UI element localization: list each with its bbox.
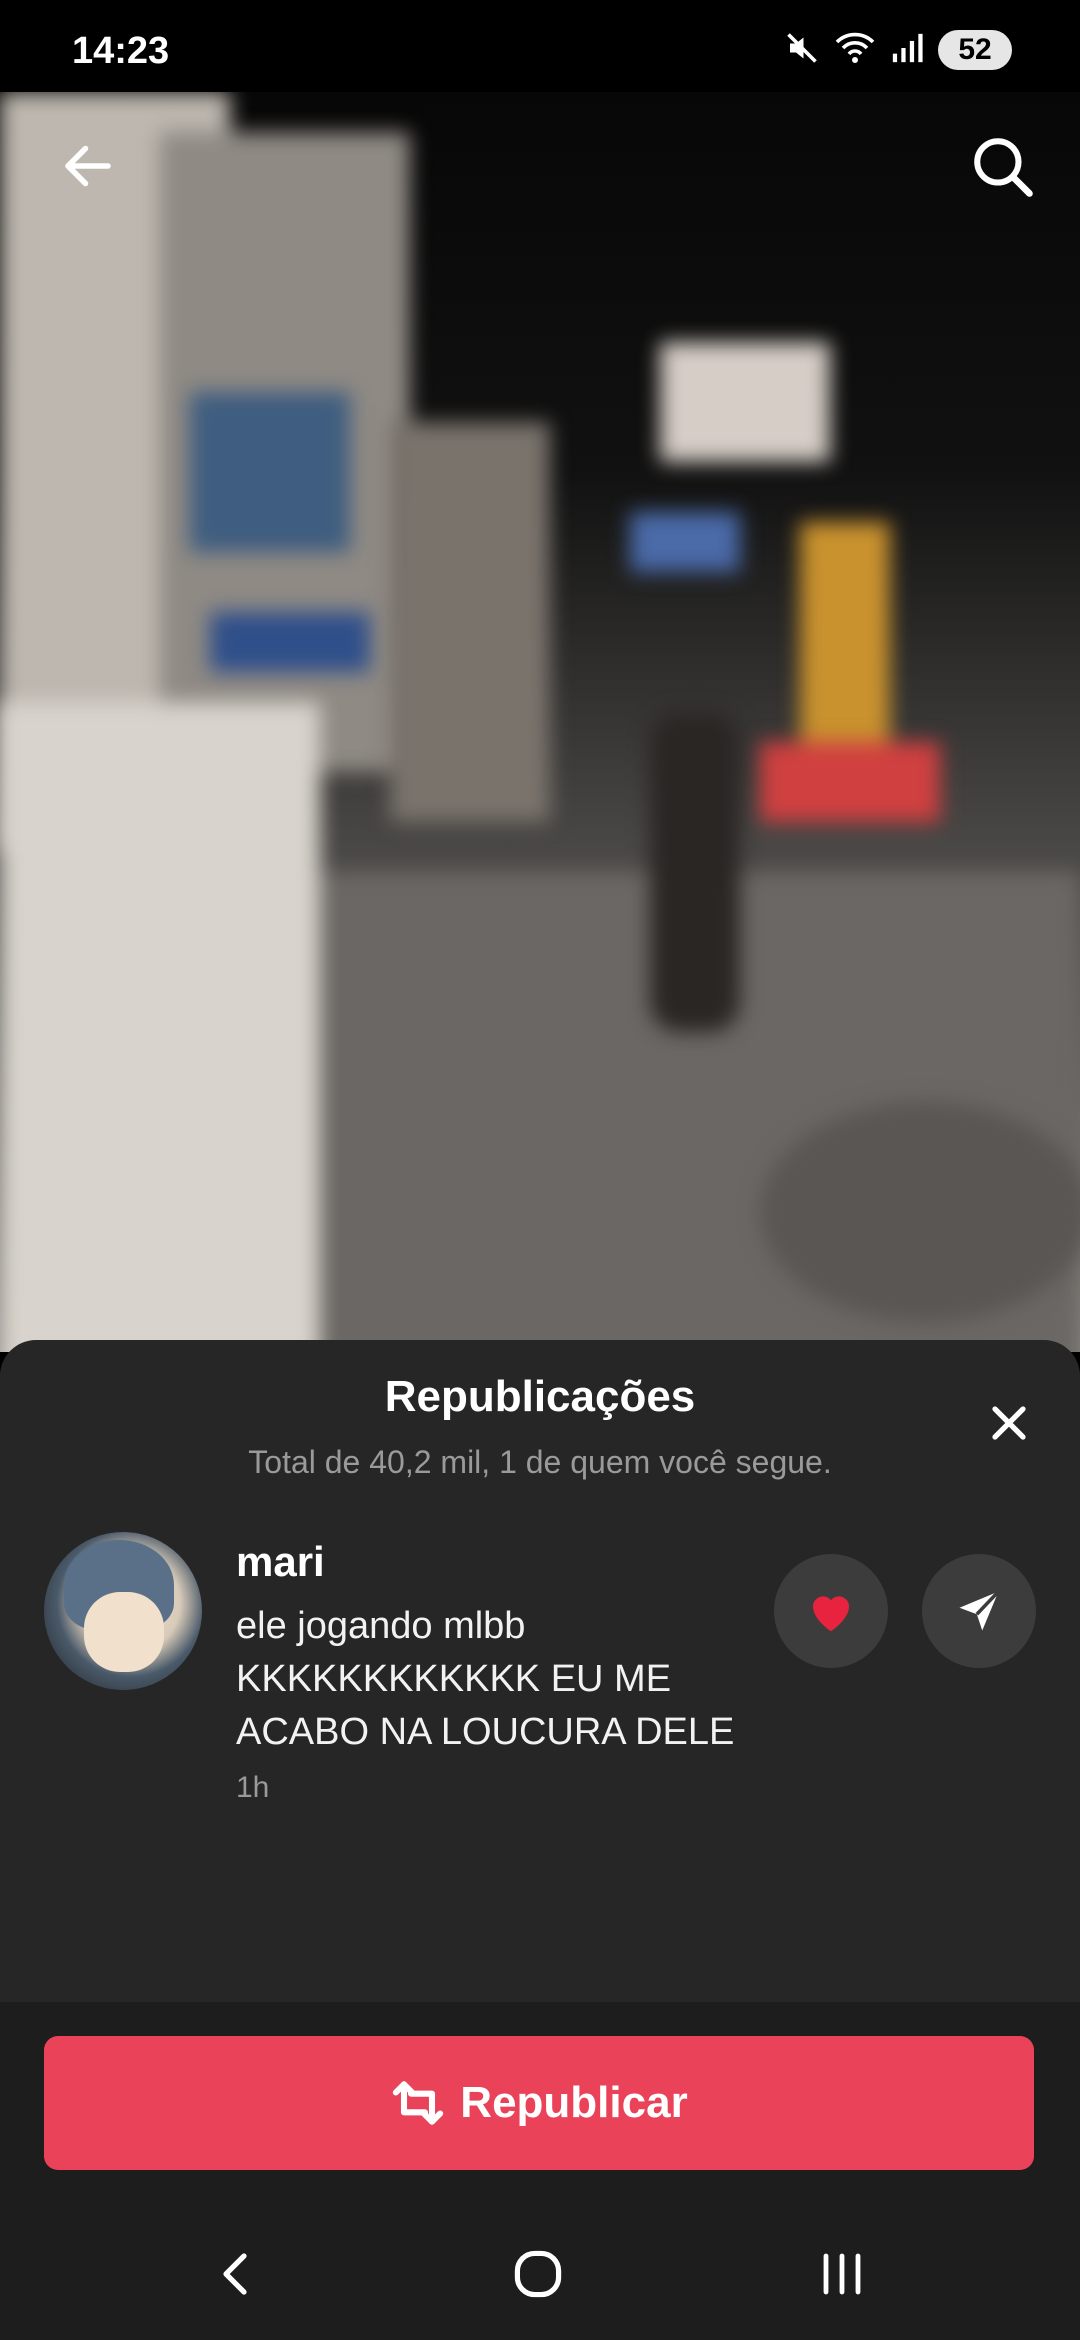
reposts-sheet: Republicações Total de 40,2 mil, 1 de qu… <box>0 1340 1080 2340</box>
comment-text: ele jogando mlbb KKKKKKKKKKKK EU ME ACAB… <box>236 1605 735 1753</box>
signal-icon <box>890 31 924 70</box>
status-icons: 52 <box>784 30 1012 70</box>
nav-home-button[interactable] <box>498 2244 578 2304</box>
sheet-title: Republicações <box>384 1372 696 1421</box>
system-nav-bar <box>0 2208 1080 2340</box>
heart-icon <box>813 1596 849 1632</box>
avatar[interactable] <box>44 1532 202 1690</box>
comment-time: 1h <box>236 1771 270 1804</box>
repost-comment: ele jogando mlbb KKKKKKKKKKKK EU ME ACAB… <box>236 1600 756 1814</box>
scene-sign <box>630 512 740 572</box>
repost-button-label: Republicar <box>460 2078 688 2127</box>
username[interactable]: mari <box>236 1538 325 1586</box>
status-time: 14:23 <box>72 30 170 72</box>
status-bar: 14:23 52 <box>0 0 1080 92</box>
sheet-subtitle: Total de 40,2 mil, 1 de quem você segue. <box>248 1444 832 1480</box>
scene-window <box>190 392 350 552</box>
scene-light <box>760 742 940 822</box>
back-nav-icon <box>223 2253 247 2295</box>
video-background[interactable] <box>0 92 1080 1352</box>
scene-wall <box>0 702 320 1352</box>
home-nav-icon <box>514 2250 562 2298</box>
search-icon <box>974 138 1033 197</box>
repost-icon <box>393 2081 444 2125</box>
share-button[interactable] <box>922 1554 1036 1668</box>
battery-indicator: 52 <box>938 30 1012 70</box>
like-button[interactable] <box>774 1554 888 1668</box>
scene-window <box>210 612 370 672</box>
scene-sign <box>660 342 830 462</box>
nav-recents-button[interactable] <box>802 2244 882 2304</box>
back-button[interactable] <box>50 128 126 204</box>
scene-person <box>650 712 740 1032</box>
back-arrow-icon <box>65 145 111 187</box>
repost-button[interactable]: Republicar <box>44 2036 1034 2170</box>
repost-bar: Republicar <box>0 2002 1080 2218</box>
avatar-face <box>84 1592 164 1672</box>
scene-puddle <box>760 1102 1080 1322</box>
send-icon <box>959 1590 1000 1631</box>
search-button[interactable] <box>964 128 1040 204</box>
scene-building <box>390 422 550 822</box>
close-icon <box>992 1406 1026 1440</box>
recents-nav-icon <box>823 2253 861 2295</box>
nav-back-button[interactable] <box>196 2244 276 2304</box>
wifi-icon <box>834 30 876 71</box>
mute-icon <box>784 30 820 71</box>
close-button[interactable] <box>974 1388 1044 1458</box>
